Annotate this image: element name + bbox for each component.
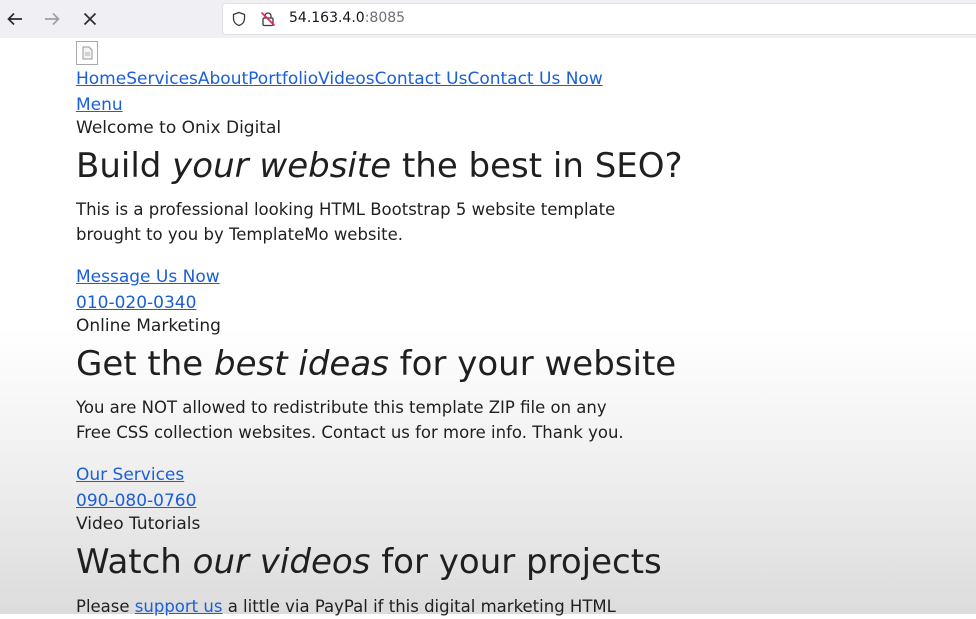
section-body: This is a professional looking HTML Boot…	[76, 200, 616, 244]
phone-link[interactable]: 090-080-0760	[76, 491, 196, 511]
main-nav: HomeServicesAboutPortfolioVideosContact …	[76, 69, 603, 89]
phone-link[interactable]: 010-020-0340	[76, 293, 196, 313]
nav-about[interactable]: About	[198, 69, 248, 89]
nav-contact-us[interactable]: Contact Us	[375, 69, 468, 89]
forward-arrow-icon[interactable]	[37, 4, 67, 34]
nav-portfolio[interactable]: Portfolio	[248, 69, 318, 89]
nav-videos[interactable]: Videos	[318, 69, 375, 89]
page-viewport: HomeServicesAboutPortfolioVideosContact …	[0, 38, 976, 616]
menu-trigger[interactable]: Menu	[76, 95, 123, 115]
stop-loading-icon[interactable]	[75, 4, 105, 34]
section-eyebrow: Online Marketing	[76, 316, 221, 336]
url-text[interactable]: 54.163.4.0:8085	[289, 10, 405, 26]
address-bar[interactable]: 54.163.4.0:8085	[222, 3, 976, 35]
support-us-link[interactable]: support us	[135, 597, 223, 616]
shield-icon[interactable]	[231, 11, 247, 27]
message-us-now-link[interactable]: Message Us Now	[76, 267, 220, 287]
section-heading: Build your website the best in SEO?	[76, 146, 683, 186]
back-arrow-icon[interactable]	[0, 4, 30, 34]
insecure-lock-icon[interactable]	[260, 11, 276, 27]
section-body: You are NOT allowed to redistribute this…	[76, 398, 624, 442]
section-eyebrow: Welcome to Onix Digital	[76, 118, 282, 138]
nav-contact-us-now[interactable]: Contact Us Now	[467, 69, 602, 89]
broken-logo-image-icon[interactable]	[76, 41, 98, 65]
browser-toolbar: 54.163.4.0:8085	[0, 0, 976, 39]
section-heading: Get the best ideas for your website	[76, 344, 677, 384]
nav-home[interactable]: Home	[76, 69, 126, 89]
section-heading: Watch our videos for your projects	[76, 542, 662, 582]
section-body: Please support us a little via PayPal if…	[76, 597, 616, 616]
section-eyebrow: Video Tutorials	[76, 514, 201, 534]
our-services-link[interactable]: Our Services	[76, 465, 184, 485]
nav-services[interactable]: Services	[126, 69, 198, 89]
